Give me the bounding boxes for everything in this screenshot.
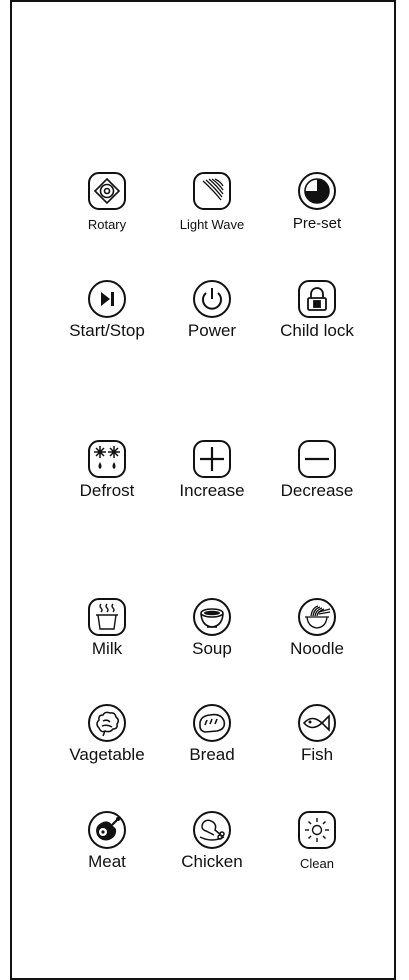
bowl-icon	[193, 598, 231, 636]
clean-label: Clean	[300, 856, 334, 871]
lock-icon	[298, 280, 336, 318]
preset-label: Pre-set	[292, 215, 342, 232]
chicken-label: Chicken	[181, 852, 243, 871]
control-panel: Rotary Light Wave Pre-set Start/Stop Pow…	[10, 0, 396, 980]
steaming-cup-icon	[88, 598, 126, 636]
rotary-label: Rotary	[87, 217, 127, 232]
rotary-button[interactable]: Rotary	[57, 172, 157, 252]
drumstick-icon	[193, 811, 231, 849]
increase-label: Increase	[179, 481, 245, 500]
power-button[interactable]: Power	[162, 280, 262, 360]
decrease-label: Decrease	[280, 481, 354, 500]
defrost-button[interactable]: Defrost	[57, 440, 157, 520]
minus-icon	[298, 440, 336, 478]
decrease-button[interactable]: Decrease	[267, 440, 367, 520]
rotary-icon	[88, 172, 126, 210]
noodle-button[interactable]: Noodle	[267, 598, 367, 678]
plus-icon	[193, 440, 231, 478]
soup-label: Soup	[192, 639, 232, 658]
power-label: Power	[187, 321, 237, 340]
fish-icon	[298, 704, 336, 742]
light-wave-label: Light Wave	[179, 217, 245, 232]
start-stop-button[interactable]: Start/Stop	[57, 280, 157, 360]
defrost-label: Defrost	[79, 481, 135, 500]
increase-button[interactable]: Increase	[162, 440, 262, 520]
vegetable-button[interactable]: Vagetable	[57, 704, 157, 784]
noodle-bowl-icon	[298, 598, 336, 636]
clean-button[interactable]: Clean	[267, 811, 367, 891]
bread-button[interactable]: Bread	[162, 704, 262, 784]
snowflake-droplet-icon	[88, 440, 126, 478]
fish-label: Fish	[300, 745, 334, 764]
soup-button[interactable]: Soup	[162, 598, 262, 678]
light-wave-button[interactable]: Light Wave	[162, 172, 262, 252]
preset-timer-icon	[298, 172, 336, 210]
play-pause-icon	[88, 280, 126, 318]
preset-button[interactable]: Pre-set	[267, 172, 367, 252]
meat-button[interactable]: Meat	[57, 811, 157, 891]
child-lock-button[interactable]: Child lock	[267, 280, 367, 360]
power-icon	[193, 280, 231, 318]
vegetable-label: Vagetable	[69, 745, 145, 764]
milk-label: Milk	[91, 639, 123, 658]
start-stop-label: Start/Stop	[69, 321, 145, 340]
light-wave-icon	[193, 172, 231, 210]
bread-icon	[193, 704, 231, 742]
milk-button[interactable]: Milk	[57, 598, 157, 678]
vegetable-icon	[88, 704, 126, 742]
child-lock-label: Child lock	[280, 321, 354, 340]
chicken-button[interactable]: Chicken	[162, 811, 262, 891]
noodle-label: Noodle	[290, 639, 344, 658]
bread-label: Bread	[189, 745, 235, 764]
sun-sparkle-icon	[298, 811, 336, 849]
fish-button[interactable]: Fish	[267, 704, 367, 784]
meat-label: Meat	[88, 852, 126, 871]
ham-icon	[88, 811, 126, 849]
